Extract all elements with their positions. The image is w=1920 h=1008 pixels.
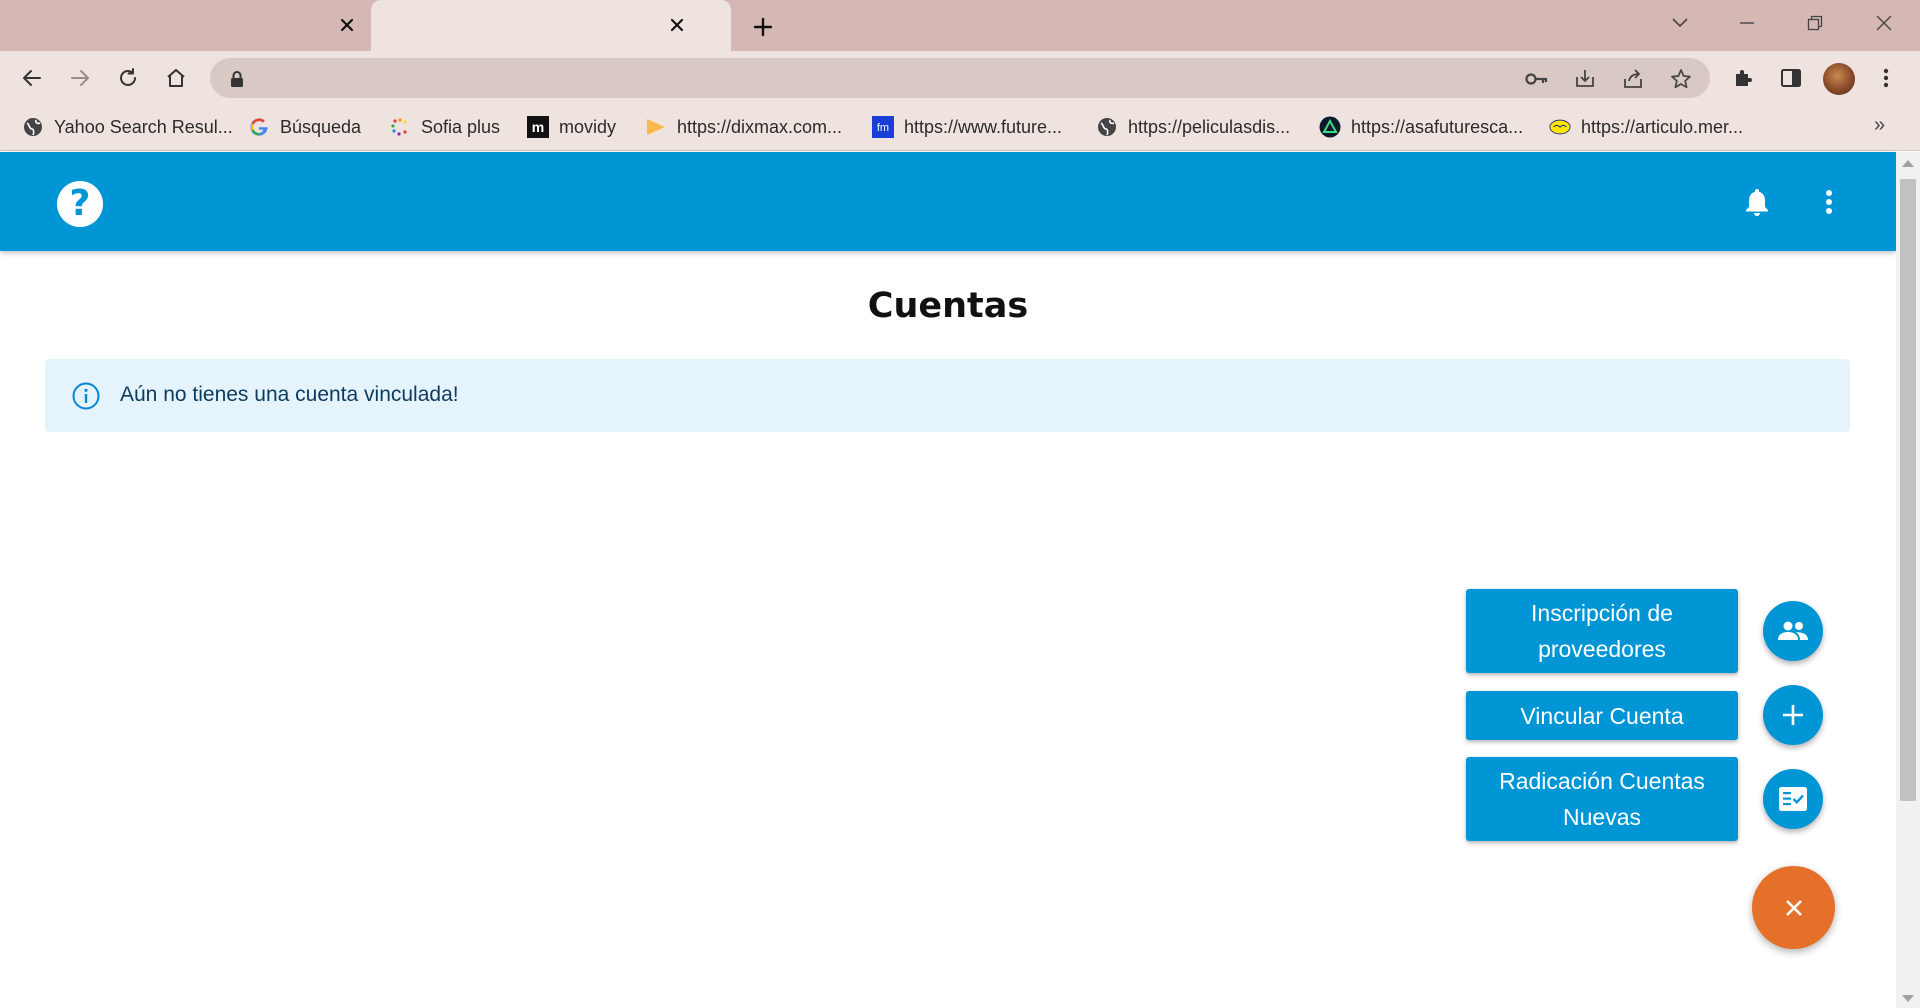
more-vertical-icon	[1826, 190, 1832, 214]
speed-dial-label: Vincular Cuenta	[1520, 702, 1684, 729]
globe-icon	[22, 116, 44, 138]
close-tab-icon[interactable]	[664, 12, 690, 38]
arrow-right-icon	[71, 70, 89, 86]
reload-button[interactable]	[112, 62, 144, 94]
browser-tab-active[interactable]	[371, 0, 731, 51]
reload-icon	[120, 68, 136, 86]
bookmark-label: Sofia plus	[421, 116, 501, 137]
page-title: Cuentas	[867, 286, 1029, 326]
page-viewport: ? Cuentas Aún no tienes una cuenta vincu…	[0, 152, 1896, 1008]
side-panel-icon	[1781, 69, 1801, 87]
app-bar: ?	[0, 152, 1896, 251]
group-icon	[1778, 621, 1808, 640]
puzzle-icon	[1736, 70, 1752, 86]
bookmark-label: https://dixmax.com...	[677, 116, 843, 137]
bell-icon	[1746, 189, 1768, 216]
globe-icon	[1096, 116, 1118, 138]
help-icon: ?	[69, 183, 91, 224]
bookmark-yahoo[interactable]: Yahoo Search Resul...	[22, 114, 233, 140]
mercadolibre-icon	[1549, 116, 1571, 138]
plus-icon	[1783, 705, 1803, 725]
inscripcion-proveedores-fab[interactable]	[1763, 601, 1823, 661]
address-bar[interactable]	[210, 58, 1710, 98]
extensions-button[interactable]	[1727, 62, 1759, 94]
close-icon	[1785, 899, 1802, 916]
scroll-thumb[interactable]	[1900, 179, 1916, 801]
plus-icon	[753, 17, 773, 37]
bookmark-peliculas[interactable]: https://peliculasdis...	[1096, 114, 1290, 140]
scroll-down-arrow[interactable]	[1902, 995, 1914, 1002]
fm-icon: fm	[872, 116, 894, 138]
tab-strip	[0, 0, 1920, 51]
speed-dial-label: Radicación Cuentas Nuevas	[1499, 768, 1705, 830]
star-icon[interactable]	[1668, 66, 1694, 92]
vincular-cuenta-button[interactable]: Vincular Cuenta	[1466, 691, 1738, 740]
close-icon	[1876, 15, 1892, 31]
minimize-icon	[1740, 22, 1754, 24]
inscripcion-proveedores-button[interactable]: Inscripción de proveedores	[1466, 589, 1738, 673]
more-bookmarks-button[interactable]: »	[1874, 114, 1885, 137]
home-icon	[167, 69, 185, 87]
close-window-button[interactable]	[1866, 8, 1902, 38]
info-icon	[72, 382, 100, 410]
close-speed-dial-fab[interactable]	[1752, 866, 1835, 949]
google-icon	[248, 116, 270, 138]
radicacion-cuentas-nuevas-button[interactable]: Radicación Cuentas Nuevas	[1466, 757, 1738, 841]
chevron-down-icon	[1672, 18, 1688, 28]
bookmark-label: https://peliculasdis...	[1128, 116, 1291, 137]
page-scrollbar[interactable]	[1896, 152, 1920, 1008]
vincular-cuenta-fab[interactable]	[1763, 685, 1823, 745]
help-button[interactable]: ?	[57, 181, 103, 227]
minimize-button[interactable]	[1729, 8, 1765, 38]
notifications-button[interactable]	[1740, 185, 1774, 219]
lock-icon[interactable]	[224, 66, 250, 92]
bookmark-busqueda[interactable]: Búsqueda	[248, 114, 361, 140]
key-icon[interactable]	[1524, 66, 1550, 92]
bookmark-label: https://articulo.mer...	[1581, 116, 1744, 137]
more-vertical-icon	[1883, 68, 1889, 88]
profile-avatar[interactable]	[1823, 63, 1855, 95]
bookmark-dixmax[interactable]: https://dixmax.com...	[645, 114, 842, 140]
info-alert: Aún no tienes una cuenta vinculada!	[45, 359, 1850, 432]
sofia-icon	[389, 116, 411, 138]
bookmark-label: https://www.future...	[904, 116, 1063, 137]
new-tab-button[interactable]	[748, 12, 778, 42]
speed-dial-label: Inscripción de proveedores	[1531, 600, 1673, 662]
close-tab-icon[interactable]	[334, 12, 360, 38]
alert-message: Aún no tienes una cuenta vinculada!	[120, 383, 459, 406]
bookmark-mercadolibre[interactable]: https://articulo.mer...	[1549, 114, 1743, 140]
triangle-icon	[1319, 116, 1341, 138]
install-app-icon[interactable]	[1572, 66, 1598, 92]
browser-tab-1[interactable]	[0, 0, 370, 51]
bookmark-label: https://asafuturesca...	[1351, 116, 1524, 137]
bookmark-movidy[interactable]: m movidy	[527, 114, 616, 140]
restore-icon	[1807, 15, 1823, 31]
bookmark-asafutures[interactable]: https://asafuturesca...	[1319, 114, 1523, 140]
movidy-icon: m	[527, 116, 549, 138]
dixmax-icon	[645, 116, 667, 138]
forward-button[interactable]	[64, 62, 96, 94]
restore-button[interactable]	[1797, 8, 1833, 38]
scroll-up-arrow[interactable]	[1902, 160, 1914, 167]
app-menu-button[interactable]	[1812, 185, 1846, 219]
side-panel-button[interactable]	[1775, 62, 1807, 94]
bookmark-future[interactable]: fm https://www.future...	[872, 114, 1062, 140]
svg-text:m: m	[532, 119, 544, 135]
tab-search-button[interactable]	[1662, 8, 1698, 38]
fact-check-icon	[1779, 787, 1807, 811]
bookmark-label: Yahoo Search Resul...	[54, 116, 233, 137]
share-icon[interactable]	[1620, 66, 1646, 92]
home-button[interactable]	[160, 62, 192, 94]
arrow-left-icon	[23, 70, 41, 86]
browser-menu-button[interactable]	[1870, 62, 1902, 94]
bookmarks-bar: Yahoo Search Resul... Búsqueda Sofia plu…	[0, 104, 1920, 151]
svg-text:fm: fm	[877, 122, 889, 134]
bookmark-label: Búsqueda	[280, 116, 362, 137]
bookmark-label: movidy	[559, 116, 617, 137]
back-button[interactable]	[16, 62, 48, 94]
bookmark-sofia-plus[interactable]: Sofia plus	[389, 114, 500, 140]
radicacion-cuentas-nuevas-fab[interactable]	[1763, 769, 1823, 829]
browser-toolbar	[0, 51, 1920, 104]
